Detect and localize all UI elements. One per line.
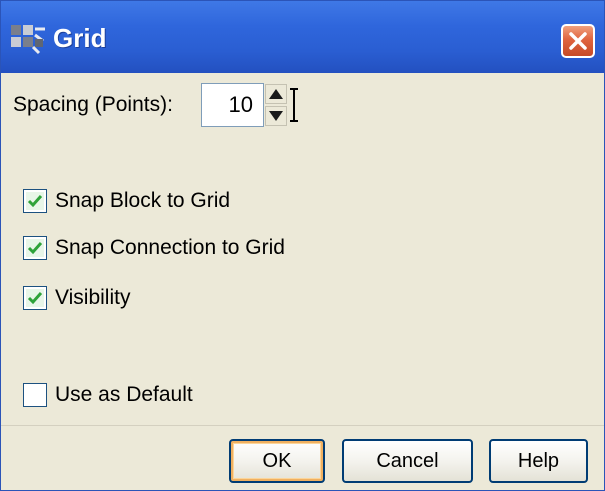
spin-down-button[interactable] xyxy=(265,106,287,126)
use-as-default-label: Use as Default xyxy=(55,383,193,406)
checkmark-icon xyxy=(26,289,44,307)
visibility-label: Visibility xyxy=(55,286,131,309)
snap-connection-checkbox[interactable] xyxy=(23,236,47,260)
window-title: Grid xyxy=(53,23,107,53)
grid-dialog: Grid Spacing (Points): Snap Block to Gr xyxy=(0,0,605,491)
snap-connection-label: Snap Connection to Grid xyxy=(55,236,285,259)
checkmark-icon xyxy=(26,192,44,210)
use-as-default-checkbox[interactable] xyxy=(23,383,47,407)
close-icon xyxy=(569,32,587,50)
snap-block-label: Snap Block to Grid xyxy=(55,189,231,212)
arrow-up-icon xyxy=(269,89,283,99)
text-cursor-icon xyxy=(289,87,299,123)
footer-divider xyxy=(1,425,604,426)
spacing-label: Spacing (Points): xyxy=(13,93,173,116)
spacing-input[interactable] xyxy=(201,83,264,127)
spin-up-button[interactable] xyxy=(265,84,287,104)
checkmark-icon xyxy=(26,239,44,257)
help-button[interactable]: Help xyxy=(489,439,588,483)
cancel-button[interactable]: Cancel xyxy=(342,439,473,483)
grid-app-icon xyxy=(9,21,49,55)
arrow-down-icon xyxy=(269,111,283,121)
visibility-checkbox[interactable] xyxy=(23,286,47,310)
snap-block-checkbox[interactable] xyxy=(23,189,47,213)
title-bar: Grid xyxy=(1,1,604,73)
close-button[interactable] xyxy=(561,24,595,58)
ok-button[interactable]: OK xyxy=(229,439,325,483)
